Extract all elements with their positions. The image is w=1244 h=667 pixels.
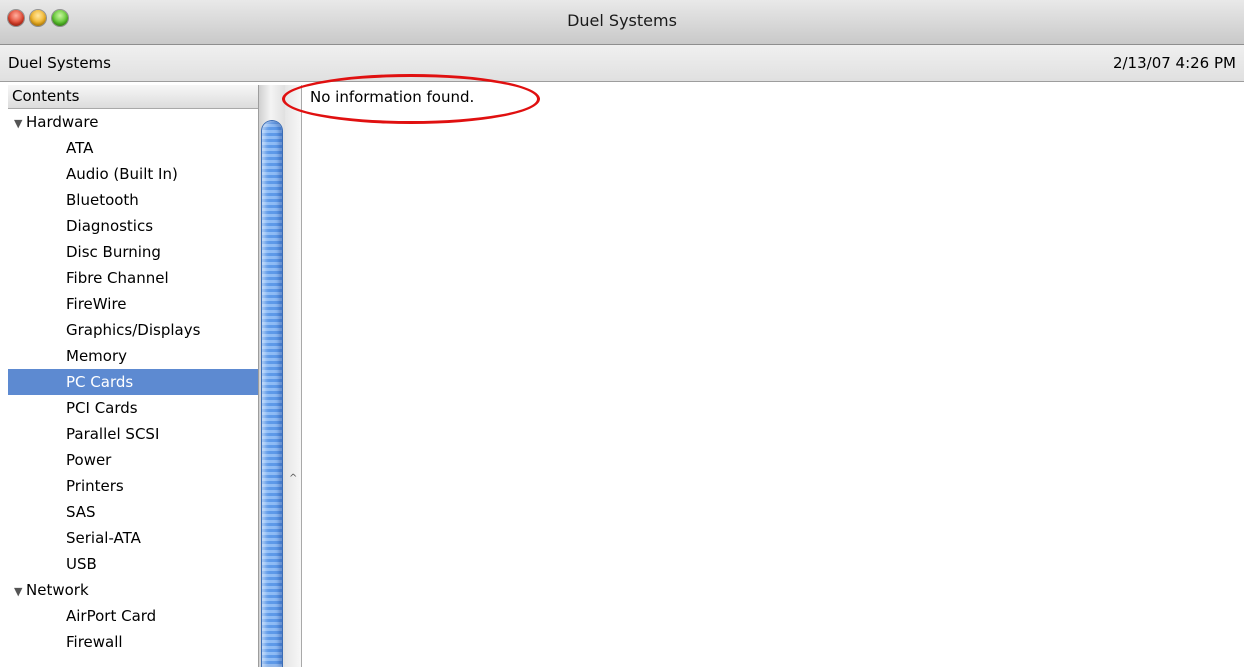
disclosure-triangle-icon[interactable]: ▼ xyxy=(14,111,26,137)
tree-item-sas[interactable]: SAS xyxy=(8,499,258,525)
tree-item-ata[interactable]: ATA xyxy=(8,135,258,161)
scrollbar-thumb[interactable] xyxy=(262,121,282,667)
group-label: Network xyxy=(26,581,89,599)
tree-item-memory[interactable]: Memory xyxy=(8,343,258,369)
tree-item-power[interactable]: Power xyxy=(8,447,258,473)
machine-name: Duel Systems xyxy=(8,54,111,72)
pane-splitter[interactable]: ^ xyxy=(285,85,302,667)
sidebar-scrollbar[interactable] xyxy=(258,85,285,667)
tree-item-printers[interactable]: Printers xyxy=(8,473,258,499)
tree-group-network[interactable]: ▼ Network xyxy=(8,577,258,603)
tree-item-airport-card[interactable]: AirPort Card xyxy=(8,603,258,629)
tree-item-disc-burning[interactable]: Disc Burning xyxy=(8,239,258,265)
window-title: Duel Systems xyxy=(567,11,677,30)
splitter-grip-icon[interactable]: ^ xyxy=(289,473,297,484)
tree-item-usb[interactable]: USB xyxy=(8,551,258,577)
tree-item-diagnostics[interactable]: Diagnostics xyxy=(8,213,258,239)
contents-header[interactable]: Contents xyxy=(8,85,258,109)
tree-item-graphics-displays[interactable]: Graphics/Displays xyxy=(8,317,258,343)
tree-item-firewire[interactable]: FireWire xyxy=(8,291,258,317)
timestamp: 2/13/07 4:26 PM xyxy=(1112,54,1236,72)
disclosure-triangle-icon[interactable]: ▼ xyxy=(14,579,26,605)
info-bar: Duel Systems 2/13/07 4:26 PM xyxy=(0,45,1244,82)
tree-item-serial-ata[interactable]: Serial-ATA xyxy=(8,525,258,551)
tree-item-pc-cards[interactable]: PC Cards xyxy=(8,369,258,395)
tree-group-hardware[interactable]: ▼ Hardware xyxy=(8,109,258,135)
tree-item-parallel-scsi[interactable]: Parallel SCSI xyxy=(8,421,258,447)
title-bar: Duel Systems xyxy=(0,0,1244,45)
contents-tree: ▼ Hardware ATA Audio (Built In) Bluetooth… xyxy=(8,109,258,655)
tree-item-firewall[interactable]: Firewall xyxy=(8,629,258,655)
contents-sidebar: Contents ▼ Hardware ATA Audio (Built In) … xyxy=(8,85,259,667)
detail-pane: No information found. xyxy=(302,85,1244,667)
no-info-message: No information found. xyxy=(310,88,475,106)
tree-item-bluetooth[interactable]: Bluetooth xyxy=(8,187,258,213)
group-label: Hardware xyxy=(26,113,99,131)
tree-item-audio[interactable]: Audio (Built In) xyxy=(8,161,258,187)
tree-item-pci-cards[interactable]: PCI Cards xyxy=(8,395,258,421)
tree-item-fibre-channel[interactable]: Fibre Channel xyxy=(8,265,258,291)
